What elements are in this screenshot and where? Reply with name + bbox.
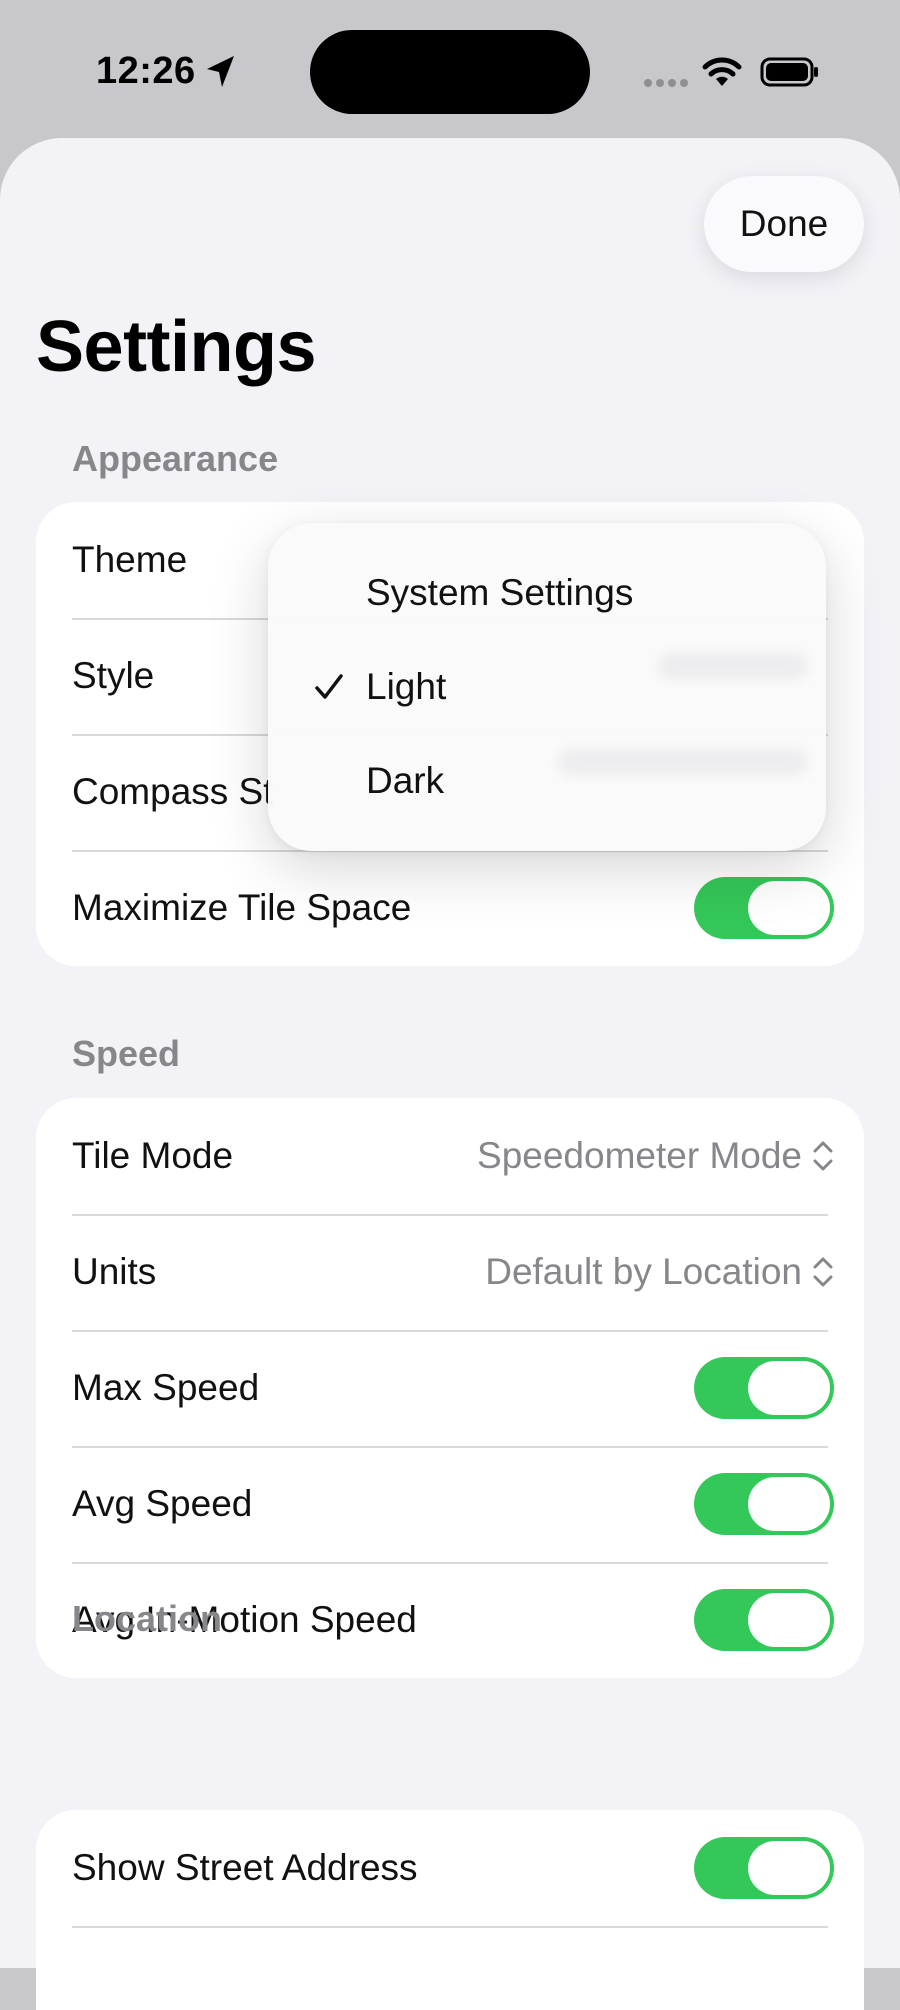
avg-speed-toggle[interactable] — [694, 1473, 834, 1535]
checkmark-icon — [315, 674, 343, 699]
status-bar: 12:26 — [0, 0, 900, 140]
done-button[interactable]: Done — [704, 176, 864, 272]
units-value: Default by Location — [485, 1251, 802, 1292]
maximize-tile-space-toggle[interactable] — [694, 877, 834, 939]
avg-in-motion-speed-toggle[interactable] — [694, 1589, 834, 1651]
maximize-tile-space-label: Maximize Tile Space — [72, 887, 412, 928]
chevron-up-down-icon — [813, 1141, 833, 1171]
menu-item-label: System Settings — [366, 572, 634, 613]
toggle-knob — [748, 1593, 830, 1647]
toggle-knob — [748, 881, 830, 935]
cellular-signal-icon — [644, 79, 688, 87]
section-header-appearance: Appearance — [72, 438, 279, 479]
page-title: Settings — [36, 307, 317, 387]
dynamic-island — [310, 30, 590, 114]
section-header-location: Location — [72, 1598, 222, 1639]
wifi-icon — [702, 57, 742, 86]
tile-mode-row[interactable]: Tile Mode Speedometer Mode — [36, 1098, 864, 1214]
menu-item-label: Light — [366, 666, 447, 707]
section-header-speed: Speed — [72, 1033, 181, 1074]
toggle-knob — [748, 1361, 830, 1415]
max-speed-row: Max Speed — [36, 1330, 864, 1446]
show-street-address-toggle[interactable] — [694, 1837, 834, 1899]
maximize-tile-space-row: Maximize Tile Space — [36, 850, 864, 966]
units-label: Units — [72, 1251, 157, 1292]
location-card-rows: Show Street Address — [36, 1810, 864, 2010]
menu-item-dark[interactable]: Dark — [268, 736, 826, 826]
theme-menu: System Settings Light Dark — [268, 523, 826, 851]
max-speed-label: Max Speed — [72, 1367, 260, 1408]
status-time: 12:26 — [96, 50, 196, 92]
chevron-up-down-icon — [813, 1257, 833, 1287]
location-next-row — [36, 1926, 864, 2010]
menu-item-label: Dark — [366, 760, 445, 801]
show-street-address-row: Show Street Address — [36, 1810, 864, 1926]
tile-mode-picker[interactable]: Speedometer Mode — [477, 1135, 834, 1177]
units-row[interactable]: Units Default by Location — [36, 1214, 864, 1330]
menu-item-system-settings[interactable]: System Settings — [268, 548, 826, 638]
menu-item-light[interactable]: Light — [268, 642, 826, 732]
speed-card: Tile Mode Speedometer Mode Units Default… — [36, 1098, 864, 1678]
units-picker[interactable]: Default by Location — [485, 1251, 834, 1293]
max-speed-toggle[interactable] — [694, 1357, 834, 1419]
settings-sheet: Done Settings Appearance Theme Style Com… — [0, 138, 900, 1968]
tile-mode-value: Speedometer Mode — [477, 1135, 802, 1176]
location-arrow-icon — [207, 56, 234, 87]
tile-mode-label: Tile Mode — [72, 1135, 234, 1176]
avg-speed-row: Avg Speed — [36, 1446, 864, 1562]
toggle-knob — [748, 1841, 830, 1895]
battery-icon — [760, 57, 818, 87]
toggle-knob — [748, 1477, 830, 1531]
avg-speed-label: Avg Speed — [72, 1483, 253, 1524]
show-street-address-label: Show Street Address — [72, 1847, 418, 1888]
